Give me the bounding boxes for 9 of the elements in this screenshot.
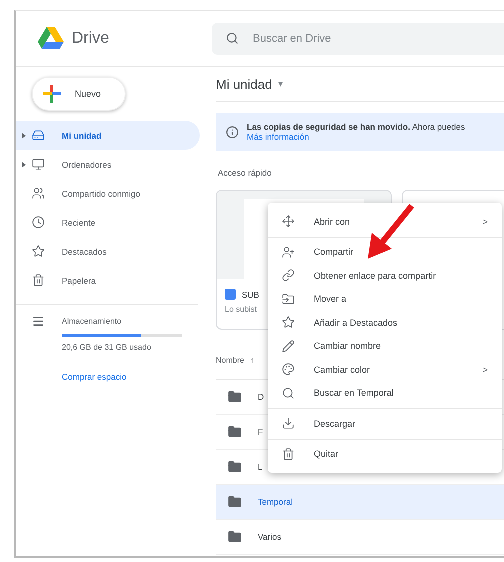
- banner-text: Las copias de seguridad se han movido. Ahora puedes: [247, 122, 466, 132]
- app-name: Drive: [72, 30, 110, 48]
- submenu-arrow: >: [482, 364, 488, 375]
- quick-access-heading: Acceso rápido: [218, 168, 273, 178]
- file-name: SUB: [242, 290, 260, 300]
- submenu-arrow: >: [482, 216, 488, 227]
- storage-label: Almacenamiento: [62, 317, 122, 326]
- file-subtitle: Lo subist: [225, 305, 258, 314]
- storage-usage: 20,6 GB de 31 GB usado: [62, 343, 152, 352]
